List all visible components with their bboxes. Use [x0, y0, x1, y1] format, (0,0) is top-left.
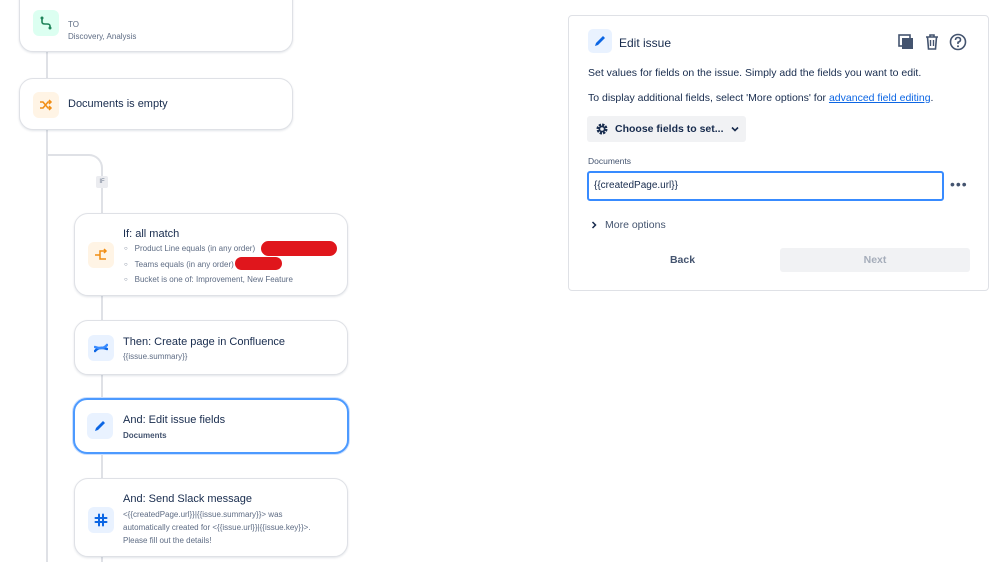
chevron-down-icon — [730, 126, 739, 132]
gear-icon — [596, 123, 608, 135]
confluence-icon — [88, 335, 114, 361]
edit-issue-card[interactable]: And: Edit issue fields Documents — [73, 398, 349, 454]
trash-icon[interactable] — [922, 32, 942, 52]
next-button[interactable]: Next — [780, 248, 970, 272]
panel-title: Edit issue — [619, 36, 672, 50]
condition-title: Documents is empty — [68, 98, 168, 110]
documents-field-label: Documents — [588, 156, 631, 166]
confluence-card[interactable]: Then: Create page in Confluence {{issue.… — [74, 320, 348, 375]
connector-branch — [47, 154, 103, 184]
panel-description: Set values for fields on the issue. Simp… — [588, 67, 922, 79]
advanced-field-editing-link[interactable]: advanced field editing — [829, 92, 931, 104]
redaction-mark — [235, 257, 282, 270]
edit-subtitle: Documents — [123, 431, 167, 440]
branch-icon — [33, 10, 59, 36]
pencil-icon — [87, 413, 113, 439]
more-options-toggle[interactable]: More options — [590, 219, 666, 231]
slack-title: And: Send Slack message — [123, 493, 253, 505]
slack-message-line: <{{createdPage.url}}|{{issue.summary}}> … — [123, 510, 283, 519]
slack-message-line: Please fill out the details! — [123, 536, 212, 545]
if-condition-item: Bucket is one of: Improvement, New Featu… — [124, 273, 293, 289]
more-options-label: More options — [605, 219, 666, 231]
edit-title: And: Edit issue fields — [123, 414, 226, 426]
redaction-mark — [261, 241, 337, 256]
chevron-right-icon — [591, 221, 597, 229]
slack-card[interactable]: And: Send Slack message <{{createdPage.u… — [74, 478, 348, 557]
help-icon[interactable] — [948, 32, 968, 52]
edit-issue-panel: Edit issue Set values for fields on the … — [568, 15, 989, 291]
more-actions-icon[interactable]: ••• — [950, 176, 968, 192]
additional-suffix: . — [930, 92, 934, 104]
condition-card[interactable]: Documents is empty — [19, 78, 293, 130]
panel-additional-note: To display additional fields, select 'Mo… — [588, 92, 933, 104]
duplicate-icon[interactable] — [896, 32, 916, 52]
if-badge: IF — [96, 176, 108, 188]
choose-fields-label: Choose fields to set... — [615, 123, 724, 135]
shuffle-icon — [33, 92, 59, 118]
additional-prefix: To display additional fields, select 'Mo… — [588, 92, 829, 104]
slack-message-line: automatically created for <{{issue.url}}… — [123, 523, 311, 532]
condition-icon — [88, 242, 114, 268]
documents-field-input[interactable]: {{createdPage.url}} — [587, 171, 944, 201]
if-condition-card[interactable]: If: all match Product Line equals (in an… — [74, 213, 348, 296]
confluence-subtitle: {{issue.summary}} — [123, 352, 188, 361]
choose-fields-button[interactable]: Choose fields to set... — [587, 116, 746, 142]
trigger-line2: Discovery, Analysis — [68, 32, 137, 41]
back-button[interactable]: Back — [587, 248, 778, 272]
trigger-card[interactable]: TO Discovery, Analysis — [19, 0, 293, 52]
slack-icon — [88, 507, 114, 533]
confluence-title: Then: Create page in Confluence — [123, 336, 286, 348]
automation-canvas: IF TO Discovery, Analysis Documents is e… — [0, 0, 560, 562]
if-title: If: all match — [123, 228, 180, 240]
panel-toolbar — [896, 32, 968, 52]
pencil-icon — [588, 29, 612, 53]
